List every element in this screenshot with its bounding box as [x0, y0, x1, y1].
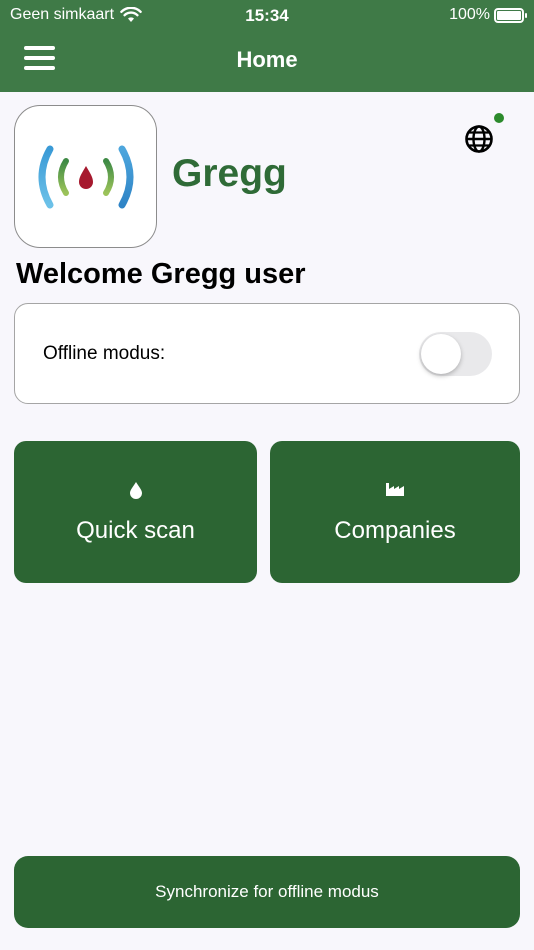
factory-icon	[386, 483, 404, 496]
app-header: Geen simkaart 15:34 100% Home	[0, 0, 534, 92]
brand-name: Gregg	[172, 152, 287, 195]
toggle-knob	[421, 334, 461, 374]
offline-mode-label: Offline modus:	[43, 343, 166, 364]
offline-mode-card: Offline modus:	[14, 303, 520, 404]
quick-scan-button[interactable]: Quick scan	[14, 441, 257, 583]
page-title: Home	[236, 47, 298, 72]
online-status-indicator	[494, 113, 504, 123]
battery-status: 100%	[449, 6, 527, 24]
app-logo	[14, 105, 157, 248]
welcome-heading: Welcome Gregg user	[16, 258, 306, 290]
drop-icon	[129, 482, 142, 499]
status-bar: Geen simkaart 15:34 100%	[0, 0, 534, 32]
offline-mode-toggle[interactable]	[419, 332, 492, 376]
nav-bar: Home	[0, 36, 534, 86]
battery-icon	[494, 7, 527, 23]
companies-label: Companies	[334, 517, 456, 544]
sync-offline-button[interactable]: Synchronize for offline modus	[14, 856, 520, 928]
companies-button[interactable]: Companies	[270, 441, 520, 583]
battery-percentage: 100%	[449, 6, 490, 23]
quick-scan-label: Quick scan	[76, 517, 195, 544]
globe-icon[interactable]	[464, 124, 494, 154]
sync-offline-label: Synchronize for offline modus	[155, 882, 379, 901]
signal-drop-logo-icon	[38, 145, 133, 208]
